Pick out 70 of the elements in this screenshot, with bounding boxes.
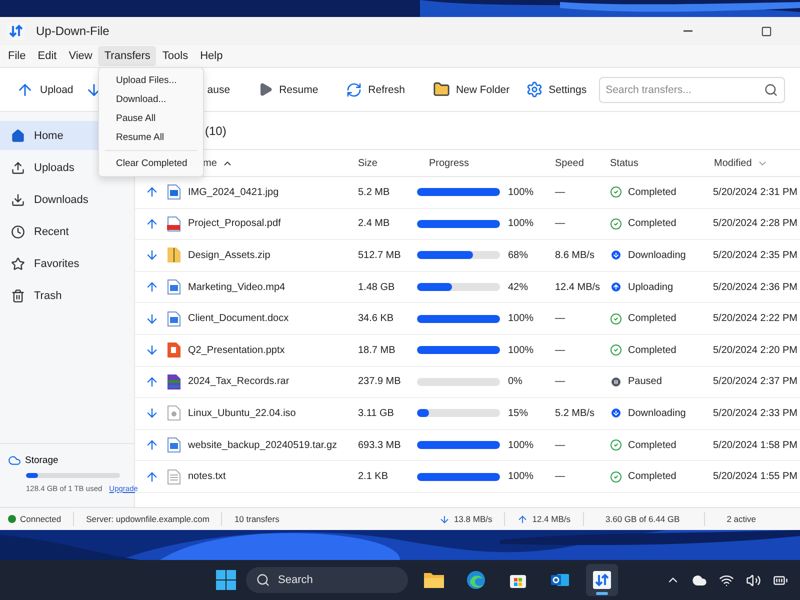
file-name: Q2_Presentation.pptx xyxy=(188,344,285,356)
active-count: 2 active xyxy=(726,514,756,524)
status-text: Completed xyxy=(628,471,676,482)
server-address: Server: updownfile.example.com xyxy=(86,514,210,524)
file-name: IMG_2024_0421.jpg xyxy=(188,186,279,198)
status-text: Downloading xyxy=(628,250,686,261)
transfer-speed: — xyxy=(555,186,565,198)
modified-date: 5/20/2024 2:22 PM xyxy=(713,313,798,324)
transfer-count: (10) xyxy=(205,124,226,138)
download-speed: 13.8 MB/s xyxy=(454,514,492,524)
modified-date: 5/20/2024 2:31 PM xyxy=(713,186,798,198)
connection-status: Connected xyxy=(20,514,62,524)
modified-date: 5/20/2024 2:20 PM xyxy=(713,344,798,356)
modified-date: 5/20/2024 2:36 PM xyxy=(713,282,798,293)
file-size: 237.9 MB xyxy=(358,376,401,388)
status-text: Uploading xyxy=(628,282,674,293)
transfer-total: 10 transfers xyxy=(234,514,280,524)
file-name: notes.txt xyxy=(188,471,226,482)
file-name: Client_Document.docx xyxy=(188,313,289,324)
progress-percent: 100% xyxy=(508,313,534,324)
progress-percent: 100% xyxy=(508,218,534,230)
status-text: Paused xyxy=(628,376,662,388)
modified-date: 5/20/2024 1:58 PM xyxy=(713,440,798,451)
file-name: 2024_Tax_Records.rar xyxy=(188,376,290,388)
modified-date: 5/20/2024 2:33 PM xyxy=(713,408,798,419)
progress-percent: 0% xyxy=(508,376,522,388)
progress-percent: 100% xyxy=(508,471,534,482)
status-text: Completed xyxy=(628,313,676,324)
status-text: Completed xyxy=(628,440,676,451)
progress-percent: 100% xyxy=(508,440,534,451)
file-size: 1.48 GB xyxy=(358,282,395,293)
transfer-speed: — xyxy=(555,440,565,451)
file-size: 2.4 MB xyxy=(358,218,390,230)
upload-speed: 12.4 MB/s xyxy=(532,514,571,524)
transfer-speed: — xyxy=(555,218,565,230)
file-name: Project_Proposal.pdf xyxy=(188,218,281,230)
progress-percent: 68% xyxy=(508,250,528,261)
file-size: 18.7 MB xyxy=(358,344,396,356)
modified-date: 5/20/2024 2:37 PM xyxy=(713,376,798,388)
transfer-speed: 5.2 MB/s xyxy=(555,408,594,419)
file-size: 512.7 MB xyxy=(358,250,401,261)
status-text: Completed xyxy=(628,186,676,198)
progress-percent: 100% xyxy=(508,186,534,198)
file-size: 3.11 GB xyxy=(358,408,394,419)
transferred-amount: 3.60 GB of 6.44 GB xyxy=(606,514,680,524)
status-text: Completed xyxy=(628,344,676,356)
status-text: Downloading xyxy=(628,408,686,419)
transfer-speed: 12.4 MB/s xyxy=(555,282,600,293)
transfer-speed: — xyxy=(555,313,565,324)
file-size: 2.1 KB xyxy=(358,471,388,482)
modified-date: 5/20/2024 2:35 PM xyxy=(713,250,798,261)
transfer-speed: — xyxy=(555,471,565,482)
progress-percent: 100% xyxy=(508,344,534,356)
progress-percent: 42% xyxy=(508,282,528,293)
file-size: 34.6 KB xyxy=(358,313,394,324)
window-title: Up-Down-File xyxy=(36,24,110,38)
transfer-speed: — xyxy=(555,344,565,356)
modified-date: 5/20/2024 1:55 PM xyxy=(713,471,798,482)
file-name: Design_Assets.zip xyxy=(188,250,270,261)
file-name: website_backup_20240519.tar.gz xyxy=(188,440,338,451)
status-text: Completed xyxy=(628,218,676,230)
file-name: Marketing_Video.mp4 xyxy=(188,282,286,293)
modified-date: 5/20/2024 2:28 PM xyxy=(713,218,798,230)
storage-label: Storage xyxy=(25,455,58,466)
file-size: 693.3 MB xyxy=(358,440,401,451)
file-name: Linux_Ubuntu_22.04.iso xyxy=(188,408,296,419)
progress-percent: 15% xyxy=(508,408,528,419)
transfer-speed: — xyxy=(555,376,565,388)
file-size: 5.2 MB xyxy=(358,186,390,198)
transfer-speed: 8.6 MB/s xyxy=(555,250,594,261)
